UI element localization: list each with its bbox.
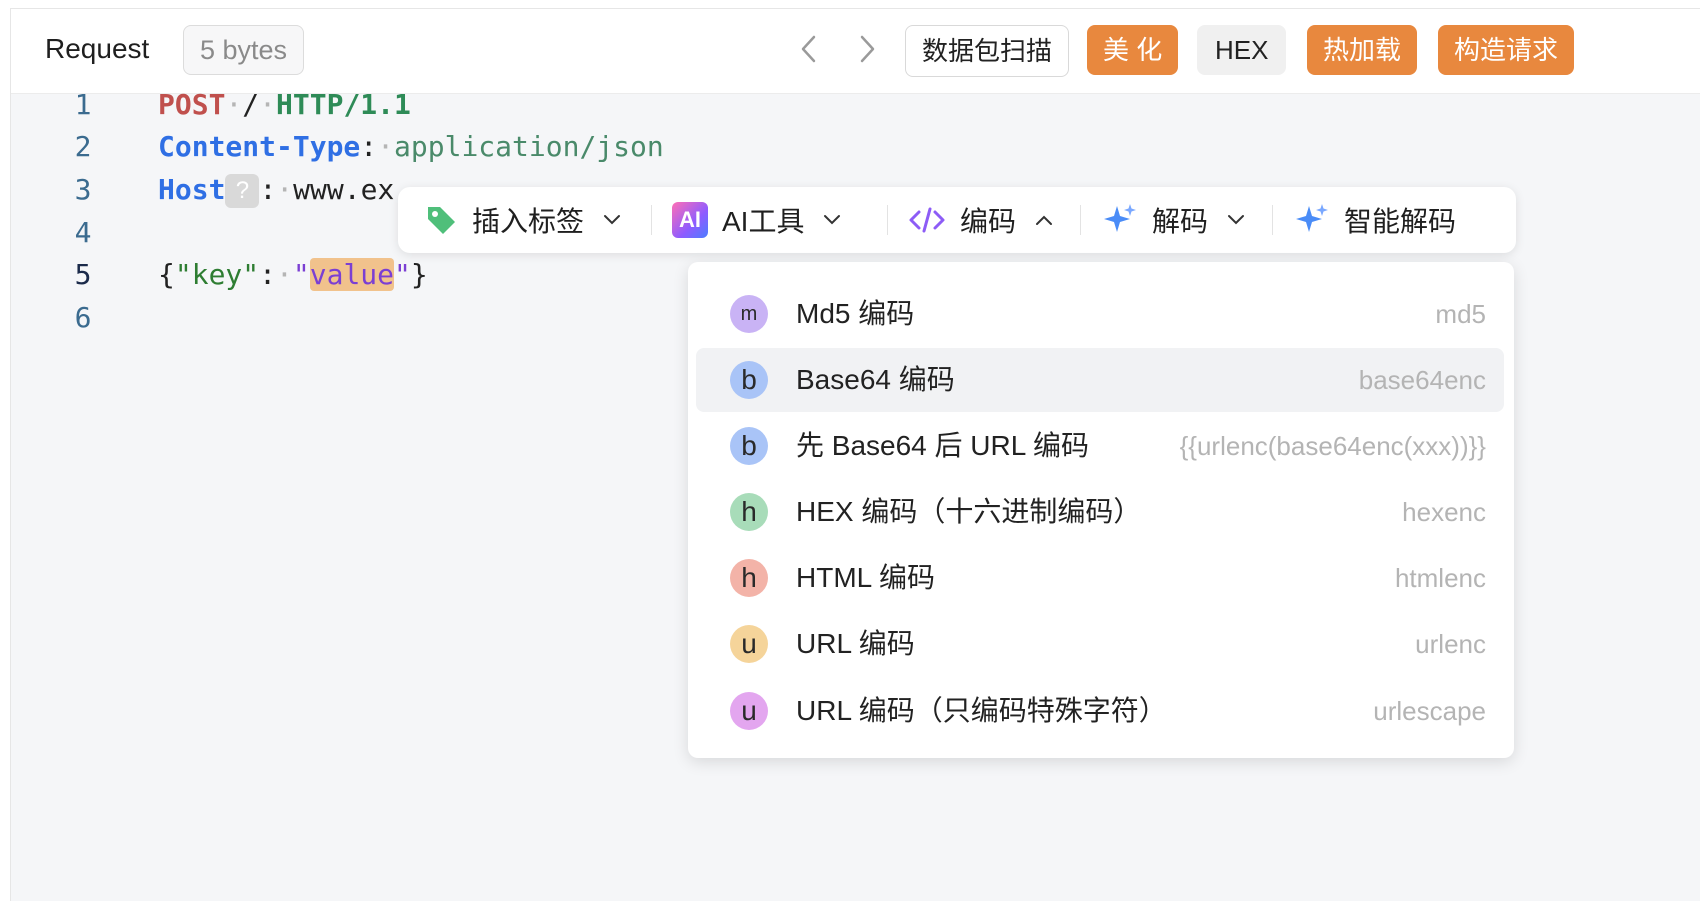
ai-icon: AI: [672, 202, 708, 238]
chevron-down-icon: [602, 213, 622, 227]
hot-load-button[interactable]: 热加载: [1307, 25, 1418, 75]
json-key: "key": [174, 258, 260, 291]
ai-tools-label: AI工具: [722, 206, 805, 237]
request-path: /: [242, 88, 260, 121]
help-badge[interactable]: ?: [225, 174, 260, 208]
request-title: Request: [45, 33, 150, 64]
selected-json-value[interactable]: value: [309, 258, 395, 291]
request-header: Request 5 bytes 数据包扫描 美 化 HEX 热加载 构造请求: [11, 9, 1700, 94]
code-editor[interactable]: POST·/·HTTP/1.1 Content-Type:·applicatio…: [158, 84, 664, 291]
insert-tag-label: 插入标签: [472, 206, 585, 237]
option-tag: htmlenc: [1394, 563, 1486, 593]
chevron-down-icon: [1226, 213, 1246, 227]
option-avatar: u: [730, 692, 768, 730]
packet-scan-button[interactable]: 数据包扫描: [905, 25, 1070, 77]
sparkle-icon: [1102, 202, 1138, 238]
option-tag: {{urlenc(base64enc(xxx))}}: [1179, 431, 1486, 461]
hex-button[interactable]: HEX: [1197, 25, 1287, 75]
sparkle-icon: [1294, 202, 1330, 238]
option-tag: urlescape: [1373, 696, 1486, 726]
option-label: Md5 编码: [796, 298, 915, 329]
http-method: POST: [158, 88, 226, 121]
line-number: 2: [74, 130, 92, 163]
code-line-5: {"key":·"value"}: [158, 258, 428, 291]
header-value: application/json: [394, 130, 664, 163]
line-number: 6: [74, 301, 92, 334]
tag-icon: [424, 203, 458, 237]
header-key: Host: [158, 173, 226, 206]
json-brace: }: [410, 258, 428, 291]
code-line-3: Host?:·www.ex: [158, 173, 395, 208]
byte-count-badge: 5 bytes: [183, 25, 305, 75]
option-label: HTML 编码: [796, 562, 935, 593]
option-avatar: u: [730, 625, 768, 663]
header-value: www.ex: [293, 173, 395, 206]
floating-toolbar: 插入标签 AI AI工具 编码 解码 智能解码: [398, 187, 1516, 253]
http-version: HTTP/1.1: [276, 88, 411, 121]
option-label: 先 Base64 后 URL 编码: [796, 430, 1090, 461]
option-avatar: h: [730, 559, 768, 597]
option-avatar: b: [730, 427, 768, 465]
beautify-button[interactable]: 美 化: [1087, 25, 1179, 75]
option-label: HEX 编码（十六进制编码）: [796, 496, 1142, 527]
json-quote: ": [292, 258, 310, 291]
decode-menu[interactable]: 解码: [1102, 187, 1246, 253]
json-quote: ": [394, 258, 411, 291]
encode-option[interactable]: b 先 Base64 后 URL 编码 {{urlenc(base64enc(xxx…: [696, 414, 1504, 478]
build-request-button[interactable]: 构造请求: [1438, 25, 1575, 75]
encode-menu[interactable]: 编码: [908, 187, 1054, 253]
back-arrow-icon[interactable]: [791, 31, 827, 67]
option-avatar: b: [730, 361, 768, 399]
forward-arrow-icon[interactable]: [849, 31, 885, 67]
line-number: 4: [74, 216, 92, 249]
line-number-active: 5: [74, 258, 92, 291]
option-tag: hexenc: [1402, 497, 1486, 527]
decode-label: 解码: [1152, 206, 1209, 237]
json-colon: :: [259, 258, 277, 291]
smart-decode-button[interactable]: 智能解码: [1294, 187, 1456, 253]
encode-option[interactable]: b Base64 编码 base64enc: [696, 348, 1504, 412]
ai-tools-menu[interactable]: AI AI工具: [672, 187, 842, 253]
option-label: URL 编码: [796, 628, 915, 659]
encode-option[interactable]: h HEX 编码（十六进制编码） hexenc: [696, 480, 1504, 544]
chevron-up-icon: [1034, 213, 1054, 227]
line-number: 3: [74, 173, 92, 206]
line-number: 1: [74, 88, 92, 121]
header-key: Content-Type: [158, 130, 361, 163]
option-avatar: h: [730, 493, 768, 531]
option-tag: base64enc: [1358, 365, 1486, 395]
encode-option[interactable]: u URL 编码（只编码特殊字符） urlescape: [696, 679, 1504, 743]
option-tag: md5: [1435, 299, 1486, 329]
option-tag: urlenc: [1415, 629, 1486, 659]
encode-dropdown: m Md5 编码 md5 b Base64 编码 base64enc b 先 Base64 后…: [688, 262, 1514, 758]
code-icon: [908, 205, 946, 235]
encode-option[interactable]: m Md5 编码 md5: [696, 282, 1504, 346]
json-brace: {: [158, 258, 175, 291]
chevron-down-icon: [822, 213, 842, 227]
encode-option[interactable]: h HTML 编码 htmlenc: [696, 546, 1504, 610]
smart-decode-label: 智能解码: [1344, 206, 1457, 237]
option-avatar: m: [730, 295, 768, 333]
code-line-1: POST·/·HTTP/1.1: [158, 88, 411, 121]
option-label: Base64 编码: [796, 364, 955, 395]
encode-option[interactable]: u URL 编码 urlenc: [696, 612, 1504, 676]
option-label: URL 编码（只编码特殊字符）: [796, 695, 1167, 726]
insert-tag-menu[interactable]: 插入标签: [424, 187, 622, 253]
code-line-2: Content-Type:·application/json: [158, 130, 664, 163]
encode-label: 编码: [960, 206, 1017, 237]
